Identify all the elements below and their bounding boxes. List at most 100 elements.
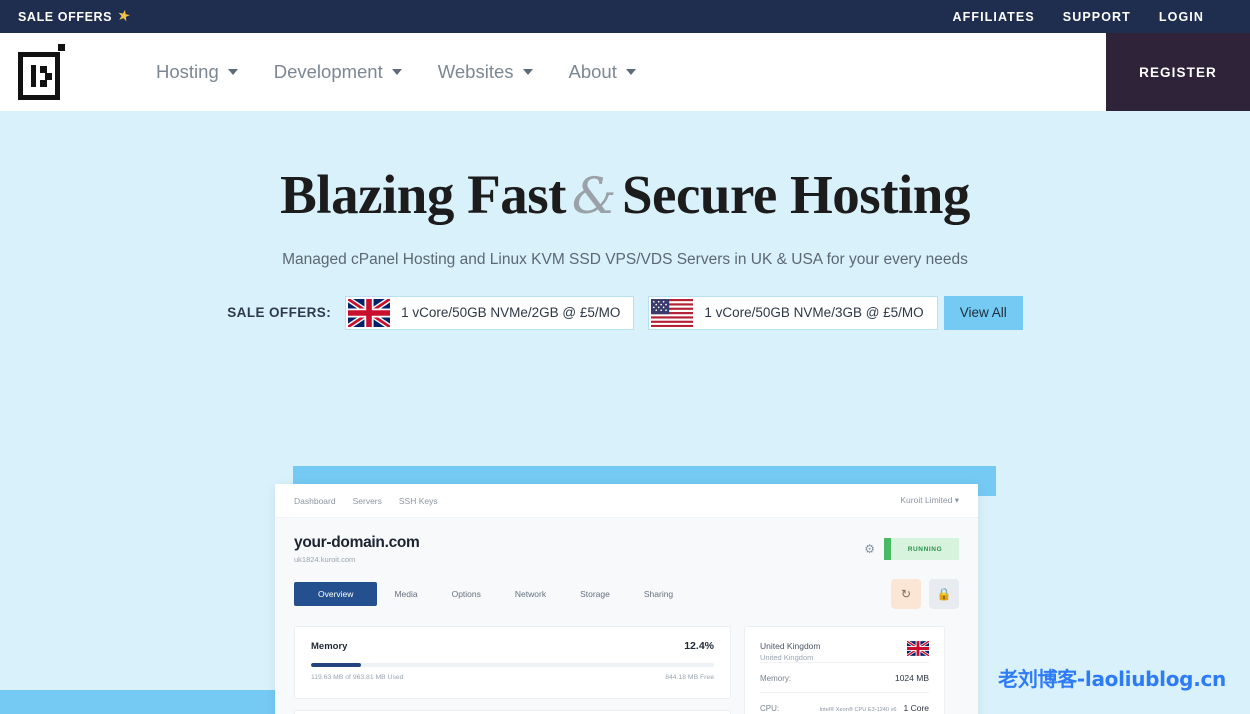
dashboard-mockup: Dashboard Servers SSH Keys Kuroit Limite… (275, 466, 996, 714)
memory-progress-fill (311, 663, 361, 667)
tab-overview[interactable]: Overview (294, 582, 378, 606)
dashboard-status-group: ⚙ RUNNING (864, 538, 959, 560)
network-traffic-card: Network Traffic (public) 0.0% 492.22 (294, 710, 731, 714)
memory-card-percent: 12.4% (684, 640, 714, 652)
top-utility-links: AFFILIATES SUPPORT LOGIN (952, 10, 1232, 24)
us-flag-icon (651, 298, 694, 327)
chevron-down-icon (391, 69, 402, 75)
uk-flag-icon (348, 298, 391, 327)
dashboard-tabs-row: Overview Media Options Network Storage S… (294, 579, 959, 609)
memory-used-text: 119.63 MB of 963.81 MB Used (311, 674, 404, 681)
dashboard-domain-title: your-domain.com (294, 534, 420, 551)
logo-frame (18, 52, 60, 100)
register-button[interactable]: REGISTER (1106, 33, 1250, 111)
tab-network[interactable]: Network (498, 582, 563, 606)
nav-item-websites[interactable]: Websites (438, 61, 533, 83)
dashboard-right-column: United Kingdom United Kingdom Memory: 10… (744, 626, 945, 714)
logo-k-stem (31, 65, 36, 87)
logo-k-dot-1 (40, 66, 47, 73)
nav-item-development[interactable]: Development (274, 61, 402, 83)
chevron-down-icon (522, 69, 533, 75)
info-value-group: Intel® Xeon® CPU E3-1240 v6 1 Core (820, 703, 929, 713)
hero-subtitle: Managed cPanel Hosting and Linux KVM SSD… (282, 250, 968, 268)
dashboard-account-menu[interactable]: Kuroit Limited ▾ (900, 495, 959, 506)
chevron-down-icon (625, 69, 636, 75)
dashboard-identity: your-domain.com uk1824.kuroit.com (294, 534, 420, 564)
logo-k-dot-2 (45, 73, 52, 80)
status-badge-label: RUNNING (907, 545, 943, 553)
memory-free-text: 844.18 MB Free (665, 674, 714, 681)
page-title: Blazing Fast & Secure Hosting (0, 166, 1250, 224)
dashboard-action-buttons: ↻ 🔒 (891, 579, 959, 609)
chevron-down-icon (227, 69, 238, 75)
hero-title-part2: Secure Hosting (621, 164, 970, 225)
dashboard-topnav: Dashboard Servers SSH Keys Kuroit Limite… (275, 484, 978, 518)
dashboard-window: Dashboard Servers SSH Keys Kuroit Limite… (275, 484, 978, 714)
offer-item-us[interactable]: 1 vCore/50GB NVMe/3GB @ £5/MO (648, 295, 938, 330)
server-location-row: United Kingdom United Kingdom (760, 641, 929, 662)
sale-offers-link[interactable]: SALE OFFERS ★ (18, 6, 132, 25)
info-value: 1 Core (903, 703, 929, 713)
kuroit-logo-icon[interactable] (18, 44, 65, 100)
dashboard-link-dashboard[interactable]: Dashboard (294, 496, 336, 506)
dashboard-left-column: Memory 12.4% 119.63 MB of 963.81 MB Used… (294, 626, 731, 714)
memory-card-title: Memory (311, 640, 348, 652)
watermark: 老刘博客-laoliublog.cn (998, 667, 1226, 691)
server-country: United Kingdom (760, 641, 821, 651)
view-all-button[interactable]: View All (943, 295, 1023, 330)
star-icon: ★ (116, 6, 132, 25)
hero-title-part1: Blazing Fast (280, 164, 566, 225)
memory-card-footer: 119.63 MB of 963.81 MB Used 844.18 MB Fr… (311, 673, 714, 683)
offer-label: 1 vCore/50GB NVMe/3GB @ £5/MO (704, 305, 924, 321)
memory-card-head: Memory 12.4% (311, 640, 714, 652)
sale-offers-row-label: SALE OFFERS: (227, 305, 332, 321)
server-location-text: United Kingdom United Kingdom (760, 641, 820, 662)
tab-storage[interactable]: Storage (563, 582, 627, 606)
nav-item-hosting[interactable]: Hosting (156, 61, 238, 83)
memory-card: Memory 12.4% 119.63 MB of 963.81 MB Used… (294, 626, 731, 700)
dashboard-link-ssh-keys[interactable]: SSH Keys (399, 496, 438, 506)
info-value: 1024 MB (894, 673, 929, 683)
dashboard-tabs: Overview Media Options Network Storage S… (294, 582, 690, 606)
topbar-link-login[interactable]: LOGIN (1159, 10, 1204, 24)
hero-title-ampersand: & (571, 167, 617, 225)
restart-icon[interactable]: ↻ (891, 579, 921, 609)
logo-corner-dot (58, 44, 65, 51)
tab-media[interactable]: Media (377, 582, 434, 606)
info-row-cpu: CPU: Intel® Xeon® CPU E3-1240 v6 1 Core (760, 692, 929, 714)
sale-offers-label: SALE OFFERS (18, 9, 113, 24)
dashboard-topnav-links: Dashboard Servers SSH Keys (294, 496, 438, 506)
dashboard-columns: Memory 12.4% 119.63 MB of 963.81 MB Used… (294, 626, 959, 714)
offer-label: 1 vCore/50GB NVMe/2GB @ £5/MO (401, 305, 621, 321)
server-info-card: United Kingdom United Kingdom Memory: 10… (744, 626, 945, 714)
offer-item-uk[interactable]: 1 vCore/50GB NVMe/2GB @ £5/MO (345, 295, 635, 330)
server-country-sub: United Kingdom (760, 653, 814, 662)
status-badge: RUNNING (884, 538, 959, 560)
logo-k-dot-3 (40, 80, 47, 87)
gear-icon[interactable]: ⚙ (864, 543, 875, 555)
info-row-memory: Memory: 1024 MB (760, 662, 929, 692)
nav-item-about[interactable]: About (569, 61, 636, 83)
tab-options[interactable]: Options (435, 582, 498, 606)
uk-flag-icon (907, 641, 929, 656)
nav-item-label: Websites (437, 61, 514, 82)
nav-item-label: Hosting (156, 61, 219, 82)
top-utility-bar: SALE OFFERS ★ AFFILIATES SUPPORT LOGIN (0, 0, 1250, 33)
topbar-link-affiliates[interactable]: AFFILIATES (952, 10, 1034, 24)
dashboard-hostname: uk1824.kuroit.com (294, 555, 356, 564)
lock-icon[interactable]: 🔒 (929, 579, 959, 609)
main-navigation: Hosting Development Websites About REGIS… (0, 33, 1250, 111)
dashboard-header-row: your-domain.com uk1824.kuroit.com ⚙ RUNN… (294, 534, 959, 564)
nav-item-label: Development (273, 61, 383, 82)
info-detail: Intel® Xeon® CPU E3-1240 v6 (819, 707, 897, 713)
info-key: Memory: (760, 674, 792, 683)
tab-sharing[interactable]: Sharing (627, 582, 690, 606)
dashboard-body: your-domain.com uk1824.kuroit.com ⚙ RUNN… (275, 518, 978, 714)
nav-items: Hosting Development Websites About (156, 61, 636, 83)
sale-offers-row: SALE OFFERS: 1 vCore/50GB NVMe/2GB @ £5/… (0, 295, 1250, 330)
hero-section: Blazing Fast & Secure Hosting Managed cPan… (0, 111, 1250, 714)
dashboard-link-servers[interactable]: Servers (353, 496, 382, 506)
topbar-link-support[interactable]: SUPPORT (1063, 10, 1131, 24)
memory-progress-track (311, 663, 714, 667)
nav-item-label: About (568, 61, 617, 82)
